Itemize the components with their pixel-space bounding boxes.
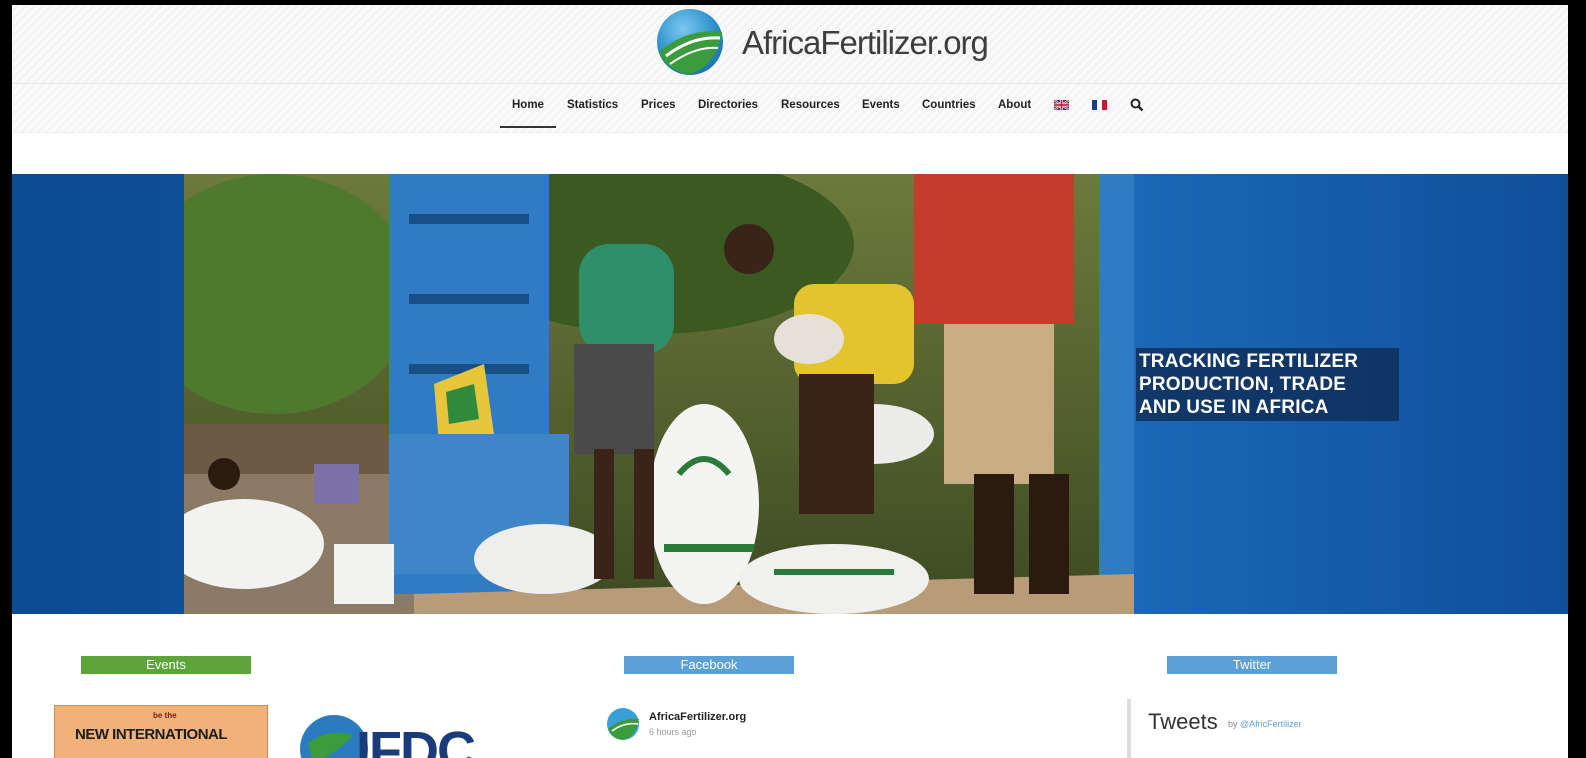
- facebook-page-name[interactable]: AfricaFertilizer.org: [649, 711, 746, 723]
- hero-banner: TRACKING FERTILIZER PRODUCTION, TRADE AN…: [12, 174, 1568, 614]
- africafertilizer-logo-icon[interactable]: [656, 8, 724, 76]
- nav-statistics[interactable]: Statistics: [567, 99, 618, 111]
- tagline-line: TRACKING FERTILIZER: [1139, 351, 1359, 372]
- event-banner-tagline: be the: [153, 711, 177, 720]
- twitter-by-prefix: by: [1228, 719, 1238, 729]
- nav-active-indicator: [500, 126, 556, 128]
- facebook-page-avatar[interactable]: [606, 707, 640, 741]
- site-logo-text[interactable]: AfricaFertilizer.org: [742, 24, 989, 62]
- ifdc-logo-text: IFDC: [356, 721, 476, 758]
- event-banner-title: NEW INTERNATIONAL: [75, 726, 228, 743]
- twitter-widget-title: Tweets: [1148, 709, 1218, 734]
- twitter-divider: [1127, 699, 1131, 758]
- search-icon[interactable]: [1130, 98, 1144, 112]
- event-banner[interactable]: be the NEW INTERNATIONAL: [54, 705, 268, 758]
- facebook-post-time: 6 hours ago: [649, 727, 697, 737]
- hero-tagline: TRACKING FERTILIZER PRODUCTION, TRADE AN…: [1136, 348, 1399, 421]
- uk-flag-icon[interactable]: [1054, 100, 1069, 110]
- twitter-section-label[interactable]: Twitter: [1167, 656, 1337, 674]
- browser-page: AfricaFertilizer.org Home Statistics Pri…: [12, 5, 1568, 758]
- france-flag-icon[interactable]: [1092, 100, 1107, 110]
- nav-countries[interactable]: Countries: [922, 99, 976, 111]
- nav-events[interactable]: Events: [862, 99, 900, 111]
- twitter-handle-link[interactable]: @AfricFertilizer: [1240, 719, 1302, 729]
- nav-resources[interactable]: Resources: [781, 99, 840, 111]
- main-navigation: Home Statistics Prices Directories Resou…: [12, 84, 1568, 133]
- nav-directories[interactable]: Directories: [698, 99, 758, 111]
- site-header: AfricaFertilizer.org: [12, 5, 1568, 84]
- nav-home[interactable]: Home: [512, 99, 544, 111]
- twitter-by-line: by @AfricFertilizer: [1228, 719, 1302, 729]
- hero-photo-workers-unloading-fertilizer: [184, 174, 1134, 614]
- tagline-line: AND USE IN AFRICA: [1139, 397, 1329, 418]
- nav-prices[interactable]: Prices: [641, 99, 676, 111]
- tagline-line: PRODUCTION, TRADE: [1139, 374, 1347, 395]
- facebook-section-label[interactable]: Facebook: [624, 656, 794, 674]
- events-section-label[interactable]: Events: [81, 656, 251, 674]
- nav-about[interactable]: About: [998, 99, 1031, 111]
